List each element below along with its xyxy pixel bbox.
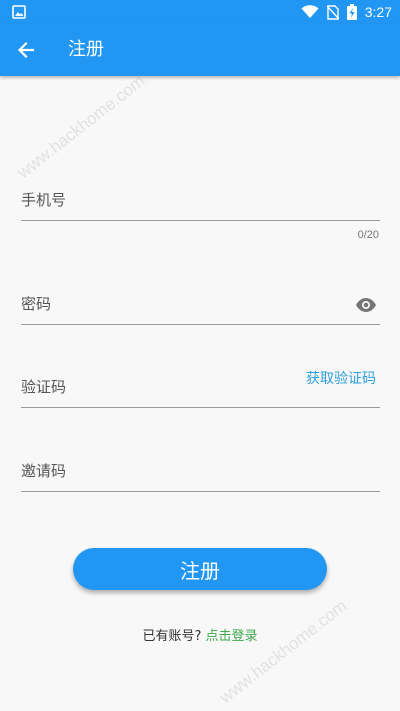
no-sim-icon <box>326 4 339 20</box>
register-screen: 3:27 注册 0/20 获取验证码 注册 <box>0 0 400 711</box>
invite-code-field <box>21 451 380 492</box>
phone-input[interactable] <box>21 180 321 220</box>
back-button[interactable] <box>10 34 42 66</box>
password-input[interactable] <box>21 284 321 324</box>
status-time: 3:27 <box>364 4 392 20</box>
image-notification-icon <box>12 5 26 19</box>
eye-icon <box>356 298 376 312</box>
login-prompt-row: 已有账号? 点击登录 <box>0 628 400 646</box>
status-icons: 3:27 <box>301 3 392 21</box>
phone-char-counter: 0/20 <box>357 229 379 241</box>
login-prompt-text: 已有账号? <box>142 629 202 644</box>
page-title: 注册 <box>68 39 104 60</box>
password-field <box>21 284 380 325</box>
arrow-left-icon <box>17 41 35 59</box>
login-link[interactable]: 点击登录 <box>206 629 258 644</box>
watermark-top: www.hackhome.com <box>13 71 149 183</box>
wifi-icon <box>301 5 319 18</box>
watermark-bottom: www.hackhome.com <box>215 596 351 708</box>
invite-code-input[interactable] <box>21 451 321 491</box>
get-verification-code-button[interactable]: 获取验证码 <box>306 368 376 388</box>
verification-code-input[interactable] <box>21 367 321 407</box>
toggle-password-visibility-button[interactable] <box>354 293 378 317</box>
battery-charging-icon <box>346 4 357 20</box>
status-bar: 3:27 <box>0 0 400 24</box>
app-bar: 注册 <box>0 24 400 76</box>
phone-field <box>21 180 380 221</box>
register-button[interactable]: 注册 <box>73 548 327 590</box>
